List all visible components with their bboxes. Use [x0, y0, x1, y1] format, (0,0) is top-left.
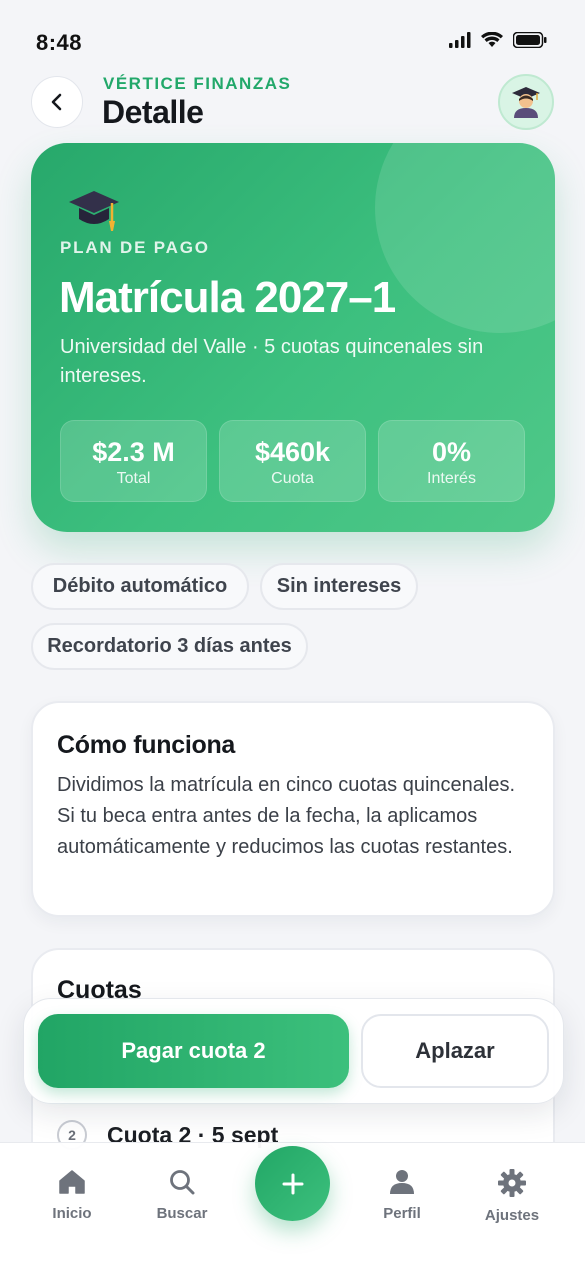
chevron-left-icon: [51, 93, 62, 111]
status-icons: [449, 32, 547, 48]
how-text: Dividimos la matrícula en cinco cuotas q…: [57, 774, 515, 858]
stat-value: 0%: [431, 437, 472, 467]
back-button[interactable]: [31, 76, 83, 128]
avatar[interactable]: [498, 74, 554, 130]
brand-label: VÉRTICE FINANZAS: [103, 74, 292, 93]
add-button[interactable]: [255, 1146, 330, 1221]
chip-sin-intereses[interactable]: Sin intereses: [260, 563, 418, 610]
wifi-icon: [481, 32, 503, 47]
student-avatar-icon: [512, 87, 540, 118]
header: VÉRTICE FINANZAS Detalle: [0, 74, 585, 134]
stat-value: $2.3 M: [92, 437, 175, 467]
decorative-circle: [375, 143, 555, 333]
action-bar: Pagar cuota 2 Aplazar: [23, 998, 564, 1104]
nav-label: Inicio: [52, 1205, 92, 1222]
screen: 8:48 VÉRTICE FINANZAS Detalle PLAN DE PA…: [0, 0, 585, 1266]
how-it-works-card: Cómo funciona Dividimos la matrícula en …: [31, 701, 555, 917]
stat-interes: 0% Interés: [378, 420, 525, 502]
plan-title: Matrícula 2027–1: [59, 273, 396, 322]
stat-cuota: $460k Cuota: [219, 420, 366, 502]
nav-item-inicio[interactable]: Inicio: [27, 1169, 117, 1222]
stat-label: Cuota: [271, 470, 314, 487]
person-icon: [390, 1170, 414, 1194]
stat-label: Total: [116, 470, 151, 487]
chip-recordatorio[interactable]: Recordatorio 3 días antes: [31, 623, 308, 670]
stat-value: $460k: [254, 437, 331, 467]
nav-label: Perfil: [383, 1205, 421, 1222]
nav-item-ajustes[interactable]: Ajustes: [467, 1169, 557, 1224]
nav-item-buscar[interactable]: Buscar: [137, 1169, 227, 1222]
chip-debito[interactable]: Débito automático: [31, 563, 249, 610]
stat-total: $2.3 M Total: [60, 420, 207, 502]
stat-label: Interés: [427, 470, 476, 487]
search-icon: [170, 1170, 195, 1195]
nav-label: Ajustes: [484, 1207, 540, 1224]
payment-plan-card[interactable]: PLAN DE PAGO Matrícula 2027–1 Universida…: [31, 143, 555, 532]
plan-kicker: PLAN DE PAGO: [60, 238, 210, 257]
defer-button[interactable]: Aplazar: [361, 1014, 549, 1088]
plan-stats: $2.3 M Total $460k Cuota 0% Interés: [60, 420, 525, 502]
pay-installment-button[interactable]: Pagar cuota 2: [38, 1014, 349, 1088]
battery-icon: [513, 32, 547, 48]
plan-description: Universidad del Valle · 5 cuotas quincen…: [60, 336, 484, 387]
status-time: 8:48: [36, 30, 83, 55]
graduation-cap-icon: [69, 191, 119, 231]
plus-icon: [282, 1173, 303, 1194]
nav-label: Buscar: [156, 1205, 208, 1222]
nav-item-perfil[interactable]: Perfil: [357, 1169, 447, 1222]
gear-icon: [498, 1169, 526, 1197]
how-title: Cómo funciona: [57, 731, 236, 759]
signal-icon: [449, 32, 471, 48]
home-icon: [59, 1170, 85, 1194]
status-bar: 8:48: [0, 0, 585, 70]
page-title: Detalle: [102, 94, 204, 130]
